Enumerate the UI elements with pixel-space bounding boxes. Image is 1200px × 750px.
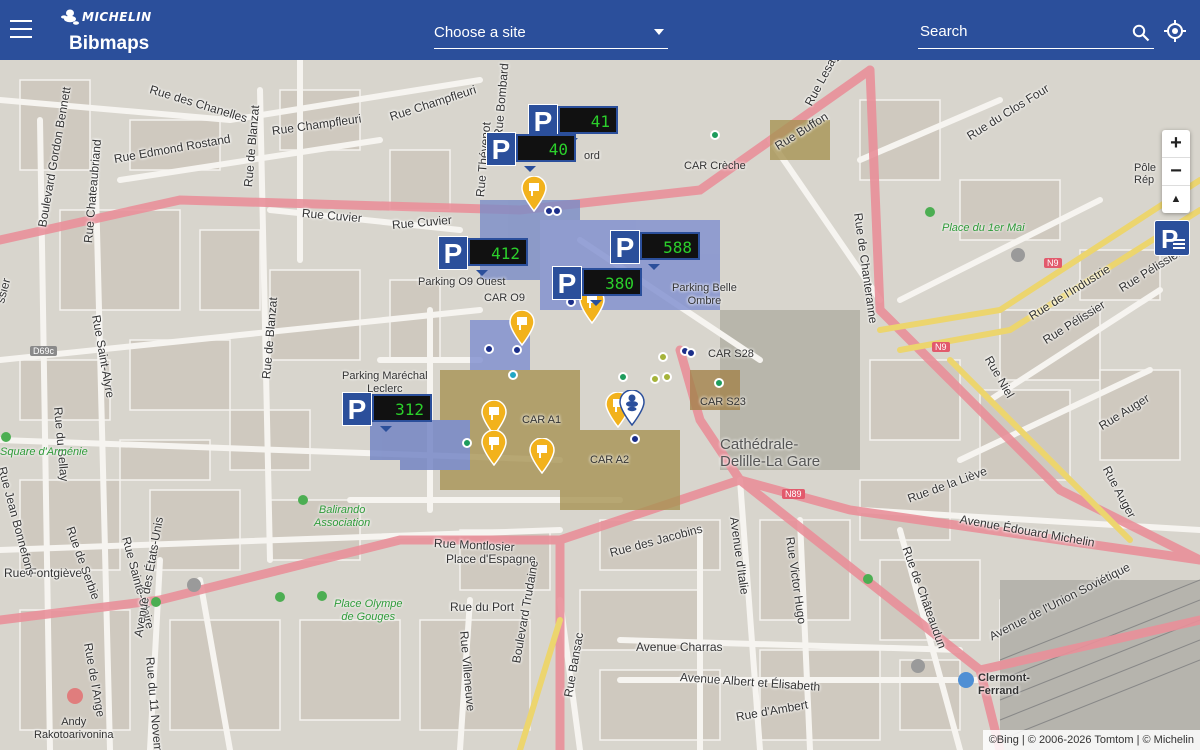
brand[interactable]: MICHELIN Bibmaps <box>60 6 180 56</box>
park-label: Place Olympe de Gouges <box>334 598 403 623</box>
location-dot[interactable] <box>658 352 668 362</box>
app-name: Bibmaps <box>69 33 150 54</box>
poi-label-car-a1: CAR A1 <box>522 414 562 426</box>
map-zoom-controls: + − ▲ <box>1162 130 1190 213</box>
parking-marker[interactable]: P 412 <box>438 236 530 276</box>
park-label: Balirando Association <box>314 504 371 529</box>
map-attribution: ©Bing | © 2006-2026 Tomtom | © Michelin <box>982 730 1200 750</box>
poi-label-car-a2: CAR A2 <box>590 454 630 466</box>
zoom-out-button[interactable]: − <box>1162 158 1190 186</box>
map-base-layer <box>0 60 1200 750</box>
road-number: N9 <box>1044 258 1062 268</box>
parking-icon: P <box>438 236 468 270</box>
michelin-headquarters-icon[interactable] <box>618 390 646 426</box>
parking-list-button[interactable]: P <box>1154 220 1190 256</box>
parking-available-count: 588 <box>640 232 700 260</box>
road-number: N89 <box>782 489 805 499</box>
parking-available-count: 40 <box>516 134 576 162</box>
marker-tail <box>590 300 602 306</box>
parking-icon: P <box>486 132 516 166</box>
parking-icon: P <box>610 230 640 264</box>
locate-icon[interactable] <box>1164 20 1186 42</box>
parking-available-count: 312 <box>372 394 432 422</box>
poi-label-ford: ord <box>584 150 600 162</box>
poi-label-parking-o9: Parking O9 Ouest <box>418 276 506 288</box>
list-icon <box>1173 239 1185 251</box>
site-pin-icon[interactable] <box>528 438 556 474</box>
marker-tail <box>380 426 392 432</box>
map-view[interactable]: Rue des Chanelles Boulevard Gordon Benne… <box>0 60 1200 750</box>
location-dot[interactable] <box>618 372 628 382</box>
parking-marker[interactable]: P 588 <box>610 230 702 270</box>
location-dot[interactable] <box>650 374 660 384</box>
area-label-cathedrale: Cathédrale- Delille-La Gare <box>720 436 821 470</box>
site-select-label: Choose a site <box>434 24 526 41</box>
street-label: Rue Fontgiève <box>4 566 83 580</box>
michelin-mascot-icon <box>61 9 79 25</box>
site-select[interactable]: Choose a site <box>434 18 668 49</box>
poi-label-parking-belle-ombre: Parking Belle Ombre <box>672 282 737 307</box>
poi-label-car-s28: CAR S28 <box>708 348 754 360</box>
compass-button[interactable]: ▲ <box>1162 186 1190 213</box>
app-header: MICHELIN Bibmaps Choose a site <box>0 0 1200 60</box>
parking-available-count: 41 <box>558 106 618 134</box>
poi-label-clermont: Clermont- Ferrand <box>978 672 1030 697</box>
parking-marker[interactable]: P 312 <box>342 392 434 432</box>
parking-marker[interactable]: P 40 <box>486 132 578 172</box>
menu-icon[interactable] <box>10 20 32 38</box>
location-dot[interactable] <box>686 348 696 358</box>
zoom-in-button[interactable]: + <box>1162 130 1190 158</box>
poi-label-andy: Andy Rakotoarivonina <box>34 716 114 741</box>
marker-tail <box>648 264 660 270</box>
site-pin-icon[interactable] <box>508 310 536 346</box>
location-dot[interactable] <box>552 206 562 216</box>
parking-available-count: 380 <box>582 268 642 296</box>
location-dot[interactable] <box>462 438 472 448</box>
park-label: Square d'Arménie <box>0 446 88 458</box>
parking-icon: P <box>342 392 372 426</box>
location-dot[interactable] <box>484 344 494 354</box>
marker-tail <box>524 166 536 172</box>
location-dot[interactable] <box>710 130 720 140</box>
location-dot[interactable] <box>508 370 518 380</box>
site-pin-icon[interactable] <box>520 176 548 212</box>
street-label: Avenue Charras <box>636 640 723 654</box>
marker-tail <box>476 270 488 276</box>
brand-logo: MICHELIN <box>82 10 152 24</box>
road-number: D69c <box>30 346 58 356</box>
location-dot[interactable] <box>714 378 724 388</box>
parking-marker[interactable]: P 380 <box>552 266 644 306</box>
search-box <box>918 18 1154 49</box>
parking-available-count: 412 <box>468 238 528 266</box>
poi-label-car-creche: CAR Crèche <box>684 160 746 172</box>
parking-icon: P <box>552 266 582 300</box>
location-dot[interactable] <box>512 345 522 355</box>
poi-label-pole: Pôle Rép <box>1134 162 1157 186</box>
road-number: N9 <box>932 342 950 352</box>
chevron-down-icon <box>654 29 664 35</box>
location-dot[interactable] <box>630 434 640 444</box>
search-icon[interactable] <box>1132 24 1150 42</box>
street-label: Place d'Espagne <box>446 552 536 566</box>
site-pin-icon[interactable] <box>480 430 508 466</box>
park-label: Place du 1er Mai <box>942 222 1025 234</box>
poi-label-car-o9: CAR O9 <box>484 292 525 304</box>
street-label: Rue du Port <box>450 600 515 614</box>
location-dot[interactable] <box>662 372 672 382</box>
search-input[interactable] <box>918 22 1122 41</box>
poi-label-car-s23: CAR S23 <box>700 396 746 408</box>
